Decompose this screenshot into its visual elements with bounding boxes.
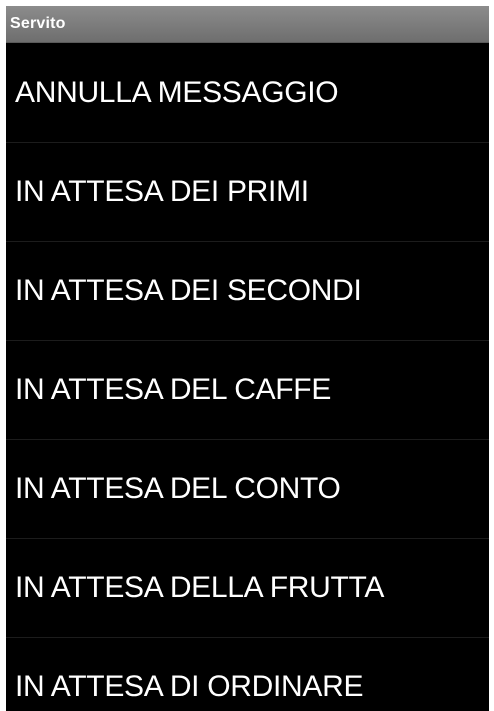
list-item-attesa-frutta[interactable]: IN ATTESA DELLA FRUTTA xyxy=(6,539,489,638)
list-item-attesa-caffe[interactable]: IN ATTESA DEL CAFFE xyxy=(6,341,489,440)
list-item-label: ANNULLA MESSAGGIO xyxy=(15,75,339,109)
app-screen: Servito ANNULLA MESSAGGIO IN ATTESA DEI … xyxy=(6,6,489,711)
list-item-attesa-conto[interactable]: IN ATTESA DEL CONTO xyxy=(6,440,489,539)
list-item-label: IN ATTESA DEI PRIMI xyxy=(15,175,309,208)
app-title: Servito xyxy=(10,15,66,32)
list-item-label: IN ATTESA DEL CAFFE xyxy=(15,373,332,406)
list-item-annulla-messaggio[interactable]: ANNULLA MESSAGGIO xyxy=(6,43,489,143)
title-bar: Servito xyxy=(6,6,489,43)
message-list: ANNULLA MESSAGGIO IN ATTESA DEI PRIMI IN… xyxy=(6,43,489,711)
list-item-label: IN ATTESA DEL CONTO xyxy=(15,472,341,505)
list-item-attesa-ordinare[interactable]: IN ATTESA DI ORDINARE xyxy=(6,638,489,711)
list-item-label: IN ATTESA DEI SECONDI xyxy=(15,274,362,307)
list-item-attesa-secondi[interactable]: IN ATTESA DEI SECONDI xyxy=(6,242,489,341)
list-item-label: IN ATTESA DI ORDINARE xyxy=(15,670,364,703)
list-item-attesa-primi[interactable]: IN ATTESA DEI PRIMI xyxy=(6,143,489,242)
list-item-label: IN ATTESA DELLA FRUTTA xyxy=(15,571,385,604)
